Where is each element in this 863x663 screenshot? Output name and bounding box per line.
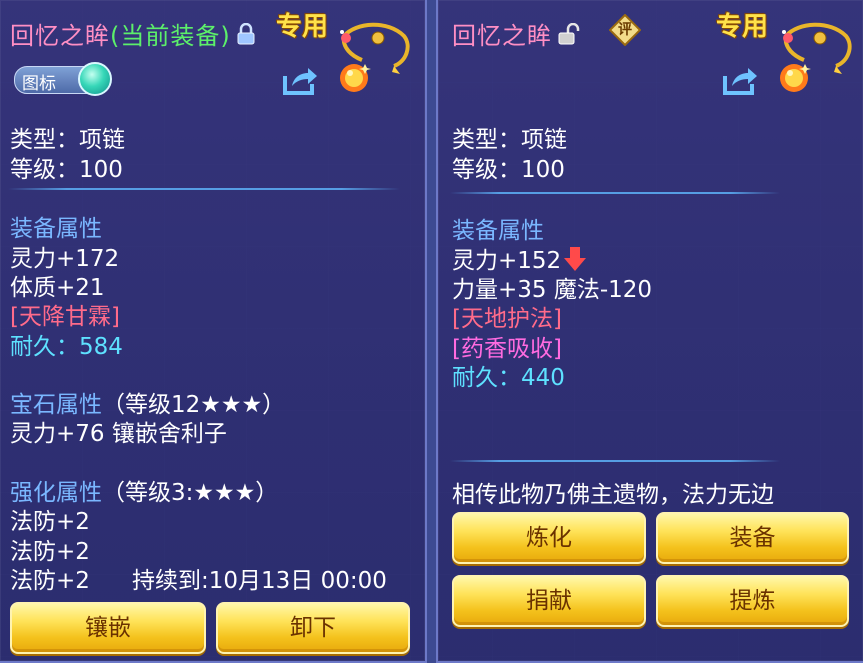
down-arrow-icon bbox=[563, 246, 587, 272]
toggle-knob bbox=[78, 62, 112, 96]
unequip-button[interactable]: 卸下 bbox=[216, 602, 410, 654]
gem-icon bbox=[774, 58, 814, 102]
special-effect: [天地护法] bbox=[452, 306, 562, 332]
enhance-line: 法防+2 bbox=[10, 568, 90, 594]
item-title: 回忆之眸(当前装备) bbox=[10, 16, 255, 51]
panel-divider bbox=[427, 0, 436, 663]
exclusive-label: 专用 bbox=[276, 12, 329, 42]
extract-button[interactable]: 提炼 bbox=[656, 575, 849, 627]
toggle-label: 图标 bbox=[22, 74, 56, 94]
separator bbox=[8, 188, 400, 190]
inlay-button[interactable]: 镶嵌 bbox=[10, 602, 206, 654]
rate-badge-label: 评 bbox=[618, 22, 632, 38]
equip-attr-title: 装备属性 bbox=[452, 218, 544, 244]
gem-icon bbox=[334, 58, 374, 102]
lock-closed-icon[interactable] bbox=[237, 22, 255, 51]
durability: 耐久：440 bbox=[452, 358, 565, 392]
gem-attr-value: 灵力+76 镶嵌舍利子 bbox=[10, 421, 227, 447]
item-type: 类型：项链 bbox=[452, 127, 567, 153]
equip-button[interactable]: 装备 bbox=[656, 512, 849, 564]
item-type: 类型：项链 bbox=[10, 127, 125, 153]
share-icon[interactable] bbox=[722, 66, 758, 100]
separator bbox=[450, 460, 780, 462]
item-level: 等级：100 bbox=[452, 157, 565, 183]
equip-attr-title: 装备属性 bbox=[10, 216, 102, 242]
item-level: 等级：100 bbox=[10, 157, 123, 183]
rate-badge-icon[interactable]: 评 bbox=[608, 13, 642, 47]
separator bbox=[450, 192, 780, 194]
durability: 耐久：584 bbox=[10, 327, 123, 361]
lock-open-icon[interactable] bbox=[558, 22, 580, 51]
enhance-line: 法防+2 bbox=[10, 509, 90, 535]
durability-label: 耐久： bbox=[10, 334, 79, 360]
durability-value: 584 bbox=[79, 334, 123, 360]
donate-button[interactable]: 捐献 bbox=[452, 575, 646, 627]
refine-button[interactable]: 炼化 bbox=[452, 512, 646, 564]
durability-label: 耐久： bbox=[452, 365, 521, 391]
item-name: 回忆之眸 bbox=[10, 22, 110, 50]
enhance-duration: 持续到:10月13日 00:00 bbox=[132, 568, 387, 594]
icon-toggle[interactable]: 图标 bbox=[14, 62, 112, 96]
enhance-attr-level: （等级3:★★★） bbox=[102, 480, 279, 506]
item-description: 相传此物乃佛主遗物，法力无边 bbox=[452, 482, 774, 508]
special-effect: [天降甘霖] bbox=[10, 304, 120, 330]
item-title: 回忆之眸 bbox=[452, 16, 580, 51]
equipped-item-tooltip: 回忆之眸(当前装备) 专用 图标 类型：项链 等级：100 装备属性 灵力+17… bbox=[0, 0, 427, 663]
share-icon[interactable] bbox=[282, 66, 318, 100]
compare-item-tooltip: 回忆之眸 专用 类型：项链 等级：100 装备属性 灵力+152 力量+35 魔… bbox=[436, 0, 863, 663]
durability-value: 440 bbox=[521, 365, 565, 391]
equipped-tag: (当前装备) bbox=[110, 22, 231, 50]
item-name: 回忆之眸 bbox=[452, 22, 552, 50]
exclusive-label: 专用 bbox=[716, 12, 769, 42]
